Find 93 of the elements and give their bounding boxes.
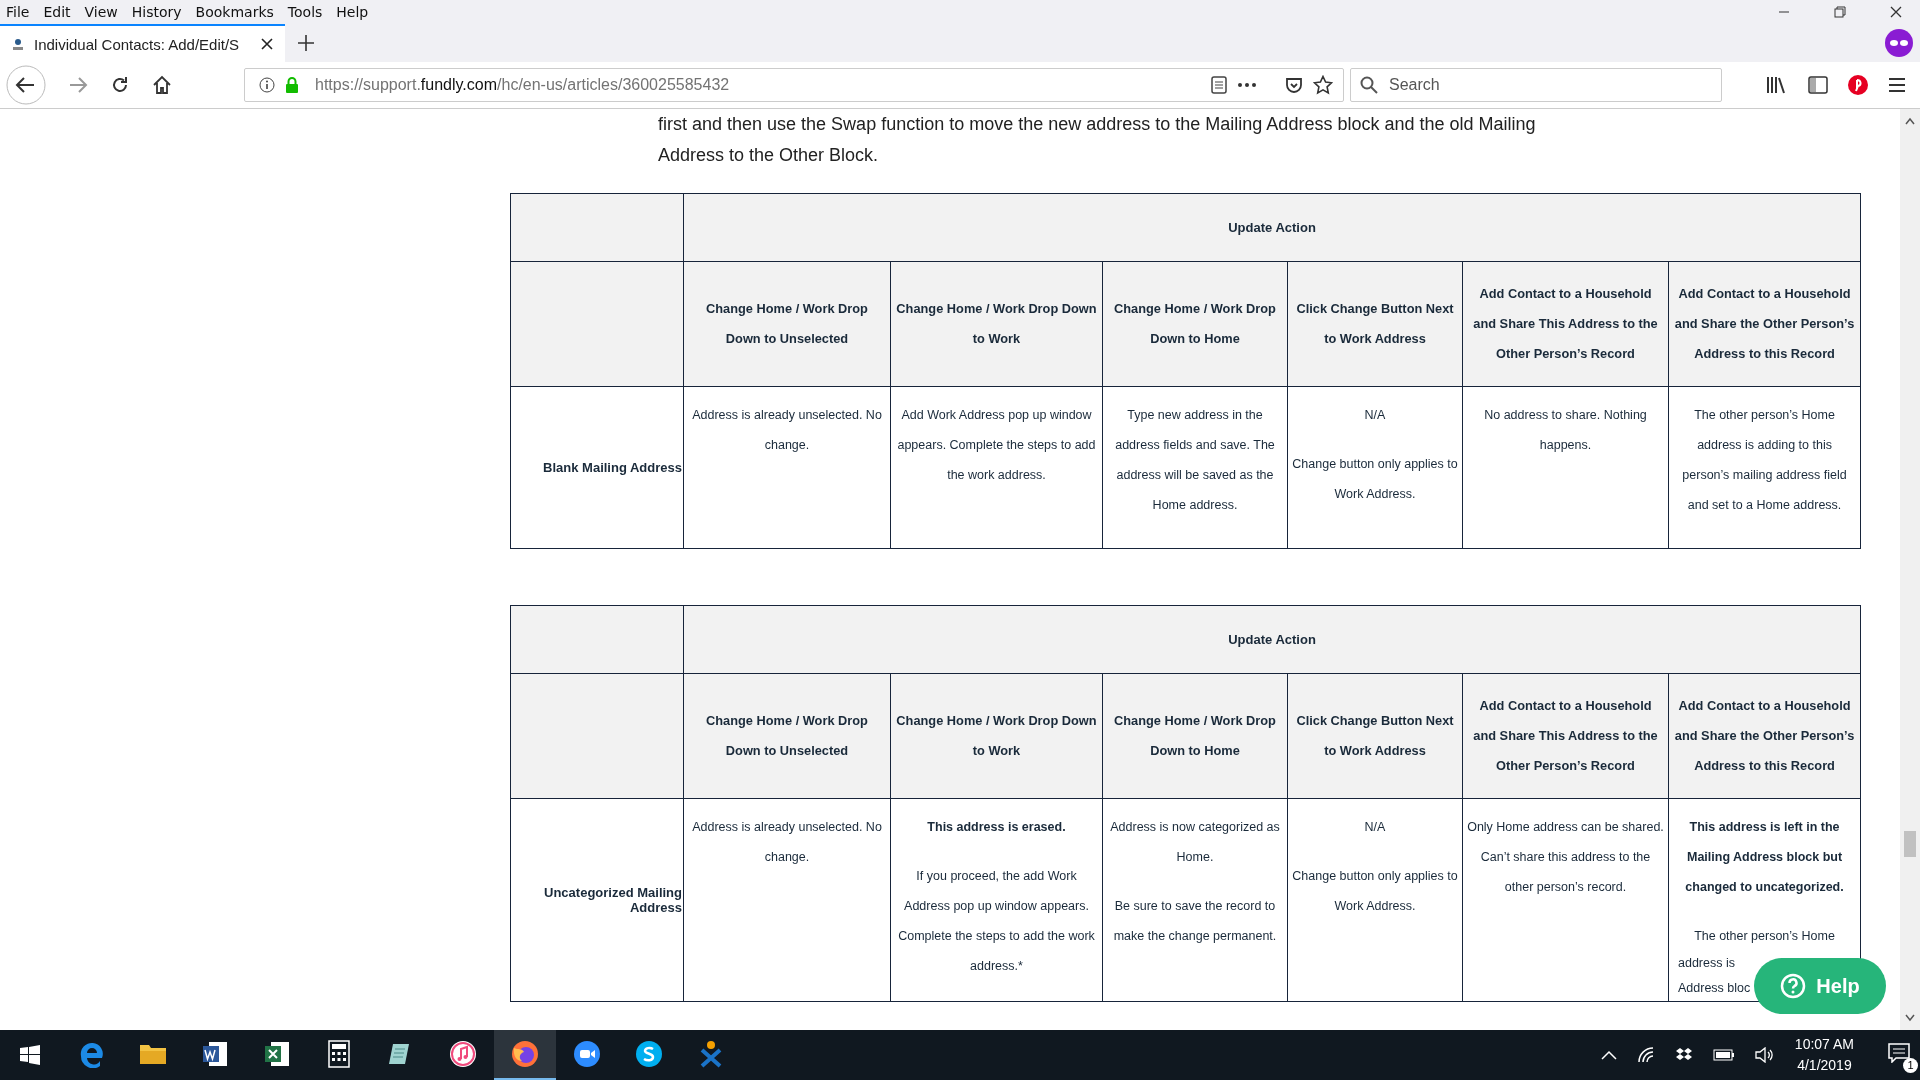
back-icon[interactable]	[6, 65, 46, 105]
cell-text: This address is erased.	[926, 819, 1067, 836]
volume-icon[interactable]	[1754, 1047, 1775, 1063]
sidebar-icon[interactable]	[1808, 76, 1828, 94]
column-header: Change Home / Work Drop Down to Unselected	[683, 673, 891, 799]
video-camera-icon	[573, 1040, 601, 1068]
more-icon[interactable]	[1237, 82, 1257, 88]
column-header: Add Contact to a Household and Share This Address to the Other Person’s Record	[1462, 261, 1669, 387]
row-header: Uncategorized Mailing Address	[510, 798, 684, 1002]
cell-text: The other person’s Home	[1693, 928, 1836, 945]
column-header: Change Home / Work Drop Down to Home	[1102, 261, 1288, 387]
figure-icon	[699, 1040, 723, 1068]
reader-view-icon[interactable]	[1211, 76, 1227, 94]
question-icon	[1780, 973, 1807, 999]
forward-icon[interactable]	[68, 76, 88, 94]
wifi-icon[interactable]	[1636, 1047, 1655, 1063]
cell-text: Add Work Address pop up window appears. Complete the steps to add the work address.	[896, 407, 1097, 484]
scroll-down-icon[interactable]	[1905, 1014, 1915, 1022]
notification-count: 1	[1903, 1058, 1918, 1073]
info-icon[interactable]	[259, 77, 275, 93]
address-bar[interactable]: https://support.fundly.com/hc/en-us/articles/360025585432	[244, 68, 1344, 102]
scroll-up-icon[interactable]	[1905, 117, 1915, 125]
column-header: Add Contact to a Household and Share This Address to the Other Person’s Record	[1462, 673, 1669, 799]
menu-item[interactable]: History	[131, 4, 182, 20]
favicon-icon	[12, 37, 24, 51]
spreadsheet-app-icon	[263, 1040, 291, 1068]
column-header: Change Home / Work Drop Down to Work	[890, 261, 1103, 387]
document-app-icon	[201, 1040, 229, 1068]
chevron-up-icon[interactable]	[1600, 1050, 1617, 1060]
cell-text: No address to share. Nothing happens.	[1483, 407, 1648, 454]
close-icon[interactable]	[261, 38, 273, 50]
chat-app-icon	[635, 1040, 663, 1068]
mask-icon[interactable]	[1884, 28, 1914, 58]
notification-icon[interactable]	[1888, 1043, 1910, 1063]
start-icon[interactable]	[20, 1045, 40, 1065]
column-header: Add Contact to a Household and Share the Other Person’s Address to this Record	[1668, 261, 1861, 387]
search-field[interactable]: Search	[1350, 68, 1722, 102]
column-header: Click Change Button Next to Work Address	[1287, 261, 1463, 387]
menu-icon[interactable]	[1888, 77, 1906, 93]
bookmark-star-icon[interactable]	[1313, 75, 1333, 95]
menu-item[interactable]: Tools	[287, 4, 323, 20]
menu-item[interactable]: View	[84, 4, 118, 20]
menu-item[interactable]: Help	[336, 4, 369, 20]
folder-icon	[139, 1042, 167, 1066]
cell-text: N/A	[1363, 407, 1387, 424]
clock-date[interactable]: 4/1/2019	[1797, 1055, 1852, 1076]
cell-text: Be sure to save the record to make the change permanent.	[1112, 898, 1278, 945]
search-icon	[1360, 76, 1378, 94]
taskbar-app[interactable]	[494, 1030, 556, 1080]
pocket-icon[interactable]	[1285, 76, 1303, 94]
library-icon[interactable]	[1766, 75, 1788, 95]
header-cell: Update Action	[683, 193, 1861, 262]
music-icon	[449, 1040, 477, 1068]
menu-item[interactable]: Edit	[43, 4, 71, 20]
row-header: Blank Mailing Address	[510, 386, 684, 549]
cell-text: Address is already unselected. No change.	[691, 407, 883, 454]
menu-item[interactable]: File	[6, 4, 30, 20]
browser-tab[interactable]: Individual Contacts: Add/Edit/S	[0, 24, 285, 62]
cell-text: The other person’s Home address is adding to this person’s mailing address field and set to a Home address.	[1681, 407, 1848, 514]
url-text: https://support.fundly.com/hc/en-us/articles/360025585432	[315, 76, 731, 94]
cell-text: This address is left in the Mailing Address block but changed to uncategorized.	[1684, 819, 1845, 896]
dropbox-icon[interactable]	[1674, 1047, 1693, 1063]
column-header: Click Change Button Next to Work Address	[1287, 673, 1463, 799]
cell-text: Only Home address can be shared. Can’t share this address to the other person’s record.	[1466, 819, 1665, 896]
cell-text: Type new address in the address fields and save. The address will be saved as the Home address.	[1114, 407, 1276, 514]
restore-icon[interactable]	[1834, 6, 1846, 18]
cell-text: Address is now categorized as Home.	[1109, 819, 1281, 866]
clock-time[interactable]: 10:07 AM	[1794, 1034, 1854, 1055]
cell-text: Change button only applies to Work Address.	[1291, 868, 1459, 915]
cell-text: address is	[1678, 955, 1735, 972]
battery-icon[interactable]	[1712, 1049, 1735, 1061]
column-header: Add Contact to a Household and Share the Other Person’s Address to this Record	[1668, 673, 1861, 799]
menu-item[interactable]: Bookmarks	[195, 4, 274, 20]
browser-icon	[511, 1040, 539, 1068]
pin-icon[interactable]	[1848, 75, 1868, 95]
lock-icon	[285, 77, 299, 93]
article-text: Address to the Other Block.	[658, 144, 880, 167]
header-cell: Update Action	[683, 605, 1861, 674]
column-header: Change Home / Work Drop Down to Work	[890, 673, 1103, 799]
cell-text: Address is already unselected. No change.	[691, 819, 883, 866]
column-header: Change Home / Work Drop Down to Home	[1102, 673, 1288, 799]
cell-text: If you proceed, the add Work Address pop up window appears. Complete the steps to add the work address.*	[897, 868, 1096, 975]
article-text: first and then use the Swap function to move the new address to the Mailing Address block and the old Mailing	[658, 113, 1537, 136]
cell-text: N/A	[1363, 819, 1387, 836]
reload-icon[interactable]	[110, 75, 130, 95]
close-icon[interactable]	[1890, 6, 1902, 18]
cell-text: Address bloc	[1678, 980, 1751, 997]
scrollbar-thumb[interactable]	[1904, 831, 1916, 857]
new-tab-icon[interactable]	[297, 34, 315, 52]
calculator-icon	[328, 1040, 350, 1068]
cell-text: Change button only applies to Work Address.	[1291, 456, 1459, 503]
home-icon[interactable]	[152, 75, 172, 95]
column-header: Change Home / Work Drop Down to Unselected	[683, 261, 891, 387]
